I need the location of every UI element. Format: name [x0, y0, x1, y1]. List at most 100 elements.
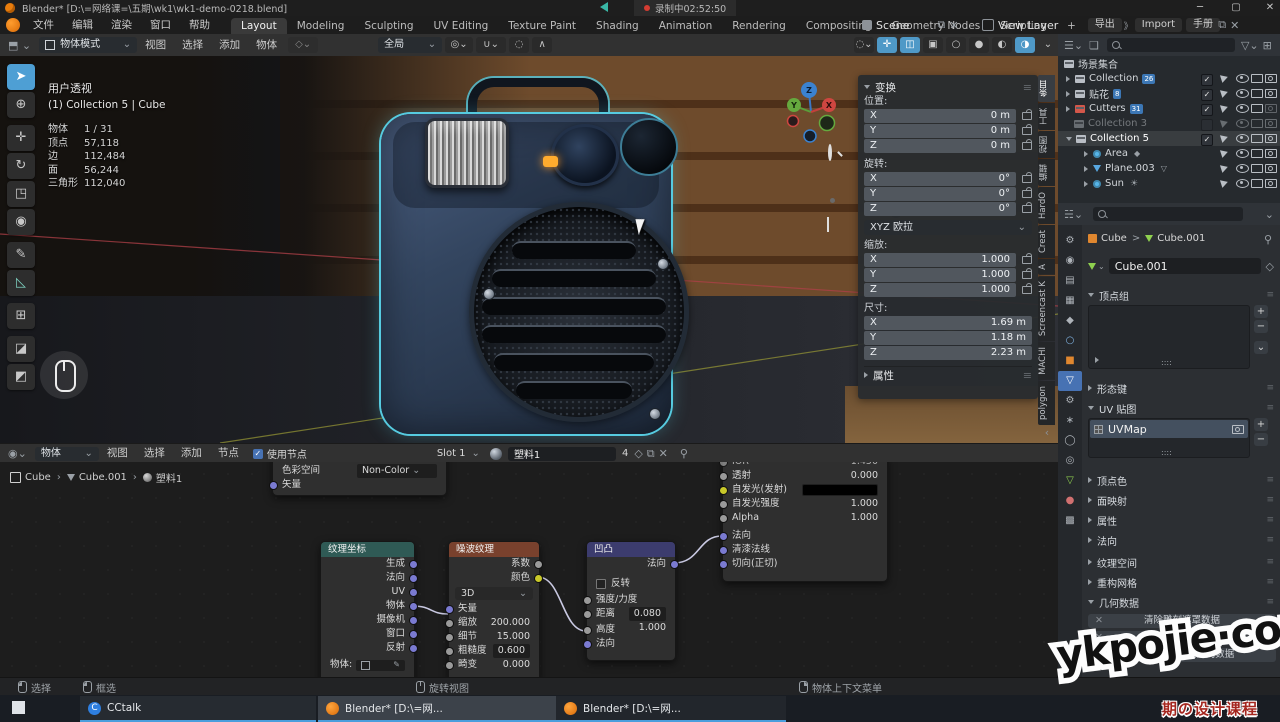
- new-scene-icon[interactable]: ⧉: [938, 18, 946, 32]
- outliner-row-area[interactable]: Area ◆: [1058, 146, 1280, 161]
- annotate-tool[interactable]: ✎: [7, 242, 35, 268]
- workspace-tab-sculpting[interactable]: Sculpting: [354, 18, 423, 34]
- sidebar-tab-create[interactable]: Creat: [1038, 225, 1055, 258]
- camera-render-icon[interactable]: [1265, 134, 1277, 143]
- unlink-scene-icon[interactable]: ✕: [949, 19, 958, 32]
- tab-scene[interactable]: ◆: [1058, 311, 1082, 331]
- sidebar-tab-screencast-keys[interactable]: Screencast K: [1038, 276, 1055, 341]
- workspace-tab-animation[interactable]: Animation: [649, 18, 723, 34]
- outliner-row-cutters[interactable]: Cutters 31 ✓: [1058, 101, 1280, 116]
- menu-edit[interactable]: 编辑: [63, 16, 102, 34]
- height-input-socket[interactable]: [583, 626, 592, 635]
- scene-selector[interactable]: Scene ⧉ ✕: [862, 18, 959, 32]
- taskbar-item-blender-1[interactable]: Blender* [D:\=网...: [318, 696, 556, 722]
- camera-output-socket[interactable]: [409, 616, 418, 625]
- dimension-z-field[interactable]: Z2.23 m: [864, 346, 1032, 360]
- shader-editor-type-icon[interactable]: ◉⌄: [8, 447, 27, 460]
- zoom-view-icon[interactable]: [828, 146, 832, 159]
- viewport-menu-view[interactable]: 视图: [137, 34, 174, 56]
- transmission-input-socket[interactable]: [719, 472, 728, 481]
- add-vertex-group-button[interactable]: +: [1254, 305, 1268, 318]
- emission-color-swatch[interactable]: [802, 484, 878, 496]
- tab-render[interactable]: ◉: [1058, 251, 1082, 271]
- rotation-z-field[interactable]: Z0°: [864, 202, 1032, 216]
- properties-search-input[interactable]: [1093, 207, 1243, 221]
- panel-attributes[interactable]: 属性≡: [1088, 512, 1274, 528]
- falloff-icon[interactable]: ∧: [532, 37, 552, 53]
- shading-material-icon[interactable]: ◐: [992, 37, 1012, 53]
- roughness-value-field[interactable]: 0.600: [493, 644, 530, 658]
- view-layer-selector[interactable]: View Layer ⧉ ✕: [982, 18, 1239, 32]
- panel-face-maps[interactable]: 面映射≡: [1088, 492, 1274, 508]
- sidebar-tab-view[interactable]: 视图: [1038, 131, 1055, 158]
- panel-normals[interactable]: 法向≡: [1088, 532, 1274, 548]
- monitor-icon[interactable]: [1251, 119, 1263, 128]
- vector-input-socket[interactable]: [269, 481, 278, 490]
- add-cube-tool[interactable]: ⊞: [7, 303, 35, 329]
- monitor-icon[interactable]: [1251, 164, 1263, 173]
- new-collection-icon[interactable]: ⊞: [1263, 39, 1272, 52]
- tab-object[interactable]: ■: [1058, 351, 1082, 371]
- scale-z-field[interactable]: Z1.000: [864, 283, 1032, 297]
- alpha-input-socket[interactable]: [719, 514, 728, 523]
- properties-subpanel-header[interactable]: 属性 ≡: [864, 366, 1032, 383]
- selectable-icon[interactable]: [1220, 118, 1229, 128]
- overlays-toggle[interactable]: ◫: [900, 37, 920, 53]
- ior-input-socket[interactable]: [719, 462, 728, 467]
- vertex-group-specials-dropdown[interactable]: ⌄: [1254, 341, 1268, 354]
- new-view-layer-icon[interactable]: ⧉: [1218, 18, 1226, 32]
- node-bump[interactable]: 凹凸 法向 反转 强度/力度0.080 距离1.000 高度 法向: [586, 541, 676, 661]
- mode-options-dropdown[interactable]: ◇⌄: [288, 37, 318, 53]
- move-tool[interactable]: ✛: [7, 125, 35, 151]
- panel-texture-space[interactable]: 纹理空间≡: [1088, 554, 1274, 570]
- tab-tool[interactable]: ⚙: [1058, 231, 1082, 251]
- transform-orientation-dropdown[interactable]: 全局⌄: [378, 37, 442, 53]
- outliner-row-collection[interactable]: Collection 26 ✓: [1058, 71, 1280, 86]
- vector-input-socket[interactable]: [445, 605, 454, 614]
- outliner-row-collection3[interactable]: Collection 3 ✓: [1058, 116, 1280, 131]
- viewport-menu-select[interactable]: 选择: [174, 34, 211, 56]
- gizmos-toggle[interactable]: ✛: [877, 37, 897, 53]
- node-image-texture-partial[interactable]: 色彩空间 Non-Color ⌄ 矢量: [272, 462, 447, 496]
- roughness-input-socket[interactable]: [445, 647, 454, 656]
- start-button[interactable]: [12, 701, 25, 714]
- material-name-field[interactable]: 塑料1: [508, 447, 616, 461]
- fake-user-shield-icon[interactable]: ◇: [634, 447, 642, 460]
- sidebar-tab-machin3[interactable]: MACHI: [1038, 342, 1055, 380]
- collection-checkbox[interactable]: ✓: [1201, 119, 1213, 131]
- pin-icon[interactable]: ⚲: [680, 447, 688, 460]
- menu-file[interactable]: 文件: [24, 16, 63, 34]
- camera-render-icon[interactable]: [1265, 74, 1277, 83]
- measure-tool[interactable]: ◺: [7, 270, 35, 296]
- tab-object-data[interactable]: ▽: [1058, 371, 1082, 391]
- shader-menu-view[interactable]: 视图: [99, 444, 136, 463]
- pin-icon[interactable]: ⚲: [1264, 233, 1272, 246]
- render-active-uv-icon[interactable]: [1232, 425, 1244, 434]
- collection-checkbox[interactable]: ✓: [1201, 74, 1213, 86]
- snap-dropdown[interactable]: ∪⌄: [476, 37, 506, 53]
- outliner-editor-type-icon[interactable]: ☰⌄: [1064, 39, 1083, 52]
- taskbar-item-blender-2[interactable]: Blender* [D:\=网...: [556, 696, 786, 722]
- vertex-groups-list[interactable]: ::::: [1088, 305, 1250, 369]
- node-principled-bsdf-partial[interactable]: IOR1.450 透射0.000 自发光(发射) 自发光强度1.000 Alph…: [722, 462, 888, 582]
- lock-icon[interactable]: [1022, 205, 1032, 213]
- shading-solid-icon[interactable]: ●: [969, 37, 989, 53]
- window-output-socket[interactable]: [409, 630, 418, 639]
- rotate-tool[interactable]: ↻: [7, 153, 35, 179]
- lock-icon[interactable]: [1022, 286, 1032, 294]
- selectable-icon[interactable]: [1220, 73, 1229, 83]
- select-box-tool[interactable]: ➤: [7, 64, 35, 90]
- outliner-row-collection5-selected[interactable]: Collection 5 ✓: [1058, 131, 1280, 146]
- panel-uv-maps[interactable]: UV 贴图≡: [1088, 400, 1274, 416]
- node-texture-coordinate[interactable]: 纹理坐标 生成 法向 UV 物体 摄像机 窗口 反射 物体: ✎: [320, 541, 415, 677]
- rotation-y-field[interactable]: Y0°: [864, 187, 1032, 201]
- properties-options-dropdown[interactable]: ⌄: [1265, 208, 1274, 221]
- expand-icon[interactable]: [1084, 166, 1088, 172]
- menu-help[interactable]: 帮助: [180, 16, 219, 34]
- workspace-tab-rendering[interactable]: Rendering: [722, 18, 796, 34]
- clearcoat-normal-input-socket[interactable]: [719, 546, 728, 555]
- object-picker-field[interactable]: ✎: [356, 660, 405, 671]
- colorspace-dropdown[interactable]: Non-Color ⌄: [357, 464, 437, 478]
- fake-user-shield-icon[interactable]: ◇: [1266, 260, 1274, 273]
- collapse-sidebar-icon[interactable]: ‹: [1038, 426, 1056, 439]
